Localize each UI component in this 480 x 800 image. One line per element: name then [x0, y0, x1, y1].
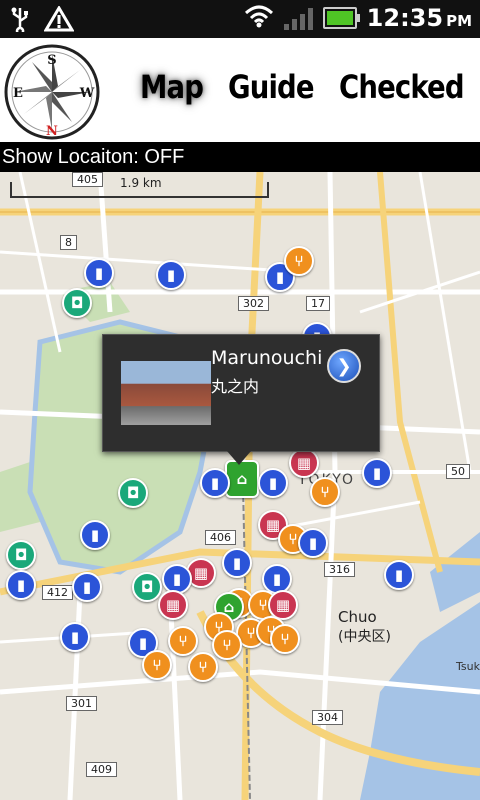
train-station-marker[interactable]: ▮ [60, 622, 90, 652]
selected-landmark-marker[interactable]: ⌂ [225, 460, 259, 498]
road-shield: 301 [66, 696, 97, 711]
shop-marker[interactable]: ▦ [289, 448, 319, 478]
tab-map[interactable]: Map [140, 68, 204, 106]
photo-spot-marker[interactable]: ◘ [62, 288, 92, 318]
map-scale-label: 1.9 km [120, 176, 162, 190]
tab-guide[interactable]: Guide [228, 68, 315, 106]
compass-north-label: N [46, 124, 58, 139]
train-station-marker[interactable]: ▮ [200, 468, 230, 498]
district-label: Chuo [338, 608, 377, 626]
restaurant-marker[interactable]: ⑂ [310, 477, 340, 507]
status-bar: 12:35 PM [0, 0, 480, 38]
signal-icon [283, 6, 313, 30]
top-toolbar: S N E W Map Guide Checked [0, 38, 480, 142]
train-station-marker[interactable]: ▮ [362, 458, 392, 488]
photo-spot-marker[interactable]: ◘ [118, 478, 148, 508]
road-shield: 302 [238, 296, 269, 311]
train-station-marker[interactable]: ▮ [384, 560, 414, 590]
road-shield: 17 [306, 296, 330, 311]
photo-spot-marker[interactable]: ◘ [6, 540, 36, 570]
place-subtitle: 丸之内 [211, 377, 260, 396]
train-station-marker[interactable]: ▮ [84, 258, 114, 288]
warning-icon [43, 5, 75, 36]
wifi-icon [244, 4, 274, 32]
restaurant-marker[interactable]: ⑂ [212, 630, 242, 660]
road-shield: 405 [72, 172, 103, 187]
train-station-marker[interactable]: ▮ [72, 572, 102, 602]
road-shield: 50 [446, 464, 470, 479]
restaurant-marker[interactable]: ⑂ [270, 624, 300, 654]
battery-icon [322, 7, 360, 29]
place-title: Marunouchi [211, 347, 323, 369]
train-station-marker[interactable]: ▮ [162, 564, 192, 594]
road-shield: 8 [60, 235, 77, 250]
compass-west-label: W [79, 86, 95, 101]
show-location-toggle[interactable]: Show Locaiton: OFF [0, 142, 480, 172]
train-station-marker[interactable]: ▮ [6, 570, 36, 600]
compass[interactable]: S N E W [2, 42, 102, 142]
district-label: (中央区) [338, 629, 391, 645]
clock-time: 12:35 [366, 4, 444, 32]
train-station-marker[interactable]: ▮ [258, 468, 288, 498]
train-station-marker[interactable]: ▮ [80, 520, 110, 550]
shop-marker[interactable]: ▦ [158, 590, 188, 620]
tab-checked[interactable]: Checked [339, 68, 465, 106]
place-thumbnail [121, 361, 211, 425]
map-scale-bar: 1.9 km [10, 176, 269, 198]
restaurant-marker[interactable]: ⑂ [142, 650, 172, 680]
district-label: Tsuk [456, 660, 480, 673]
map-view[interactable]: 1.9 km 405 8 302 17 406 412 316 301 304 … [0, 172, 480, 800]
road-shield: 304 [312, 710, 343, 725]
train-station-marker[interactable]: ▮ [222, 548, 252, 578]
road-shield: 412 [42, 585, 73, 600]
compass-east-label: E [13, 86, 23, 101]
train-station-marker[interactable]: ▮ [156, 260, 186, 290]
compass-icon: S N E W [4, 44, 100, 140]
road-shield: 406 [205, 530, 236, 545]
road-shield: 316 [324, 562, 355, 577]
chevron-right-icon[interactable]: ❯ [327, 349, 361, 383]
clock-ampm: PM [446, 12, 472, 30]
photo-spot-marker[interactable]: ◘ [132, 572, 162, 602]
restaurant-marker[interactable]: ⑂ [188, 652, 218, 682]
compass-south-label: S [47, 53, 56, 68]
restaurant-marker[interactable]: ⑂ [284, 246, 314, 276]
place-popup[interactable]: Marunouchi 丸之内 ❯ [102, 334, 380, 465]
usb-icon [10, 6, 30, 36]
restaurant-marker[interactable]: ⑂ [168, 626, 198, 656]
clock: 12:35 PM [367, 4, 472, 32]
train-station-marker[interactable]: ▮ [298, 528, 328, 558]
road-shield: 409 [86, 762, 117, 777]
